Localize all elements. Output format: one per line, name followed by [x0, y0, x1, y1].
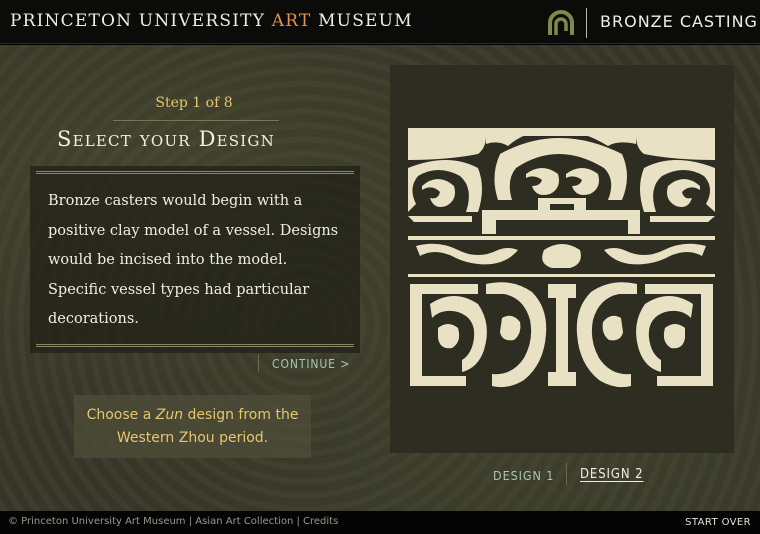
design-tab-divider — [566, 463, 567, 485]
start-over-button[interactable]: START OVER — [685, 517, 751, 528]
museum-brand[interactable]: PRINCETON UNIVERSITY ART MUSEUM — [10, 11, 413, 31]
design-2-tab[interactable]: DESIGN 2 — [580, 467, 643, 482]
asian-art-collection-link[interactable]: Asian Art Collection — [195, 516, 293, 527]
design-1-tab[interactable]: DESIGN 1 — [493, 468, 554, 483]
zun-design-image — [408, 128, 715, 388]
credits-link[interactable]: Credits — [303, 516, 338, 527]
footer-separator-1: | — [185, 516, 196, 527]
brand-text-1: PRINCETON UNIVERSITY — [10, 11, 266, 31]
hint-text-italic: Zun — [155, 407, 184, 423]
footer-bar: © Princeton University Art Museum | Asia… — [0, 511, 760, 534]
description-top-rule — [36, 171, 354, 174]
copyright-link[interactable]: © Princeton University Art Museum — [8, 516, 186, 527]
step-divider — [113, 120, 279, 121]
hint-text-prefix: Choose a — [86, 407, 156, 423]
page-title: Select your Design — [57, 127, 275, 151]
description-bottom-rule — [36, 344, 354, 347]
step-indicator: Step 1 of 8 — [155, 95, 233, 111]
description-text: Bronze casters would begin with a positi… — [48, 193, 339, 327]
footer-links: © Princeton University Art Museum | Asia… — [8, 516, 338, 527]
brand-text-2: MUSEUM — [318, 11, 413, 31]
section-title: BRONZE CASTING — [600, 12, 758, 31]
continue-divider — [258, 354, 259, 372]
header-divider — [586, 8, 587, 38]
continue-button[interactable]: CONTINUE > — [272, 357, 350, 371]
footer-separator-2: | — [293, 516, 304, 527]
spiral-logo-icon — [548, 10, 574, 35]
instruction-hint: Choose a Zun design from the Western Zho… — [74, 395, 311, 458]
brand-text-accent: ART — [271, 11, 312, 31]
header-bar: PRINCETON UNIVERSITY ART MUSEUM BRONZE C… — [0, 0, 760, 44]
